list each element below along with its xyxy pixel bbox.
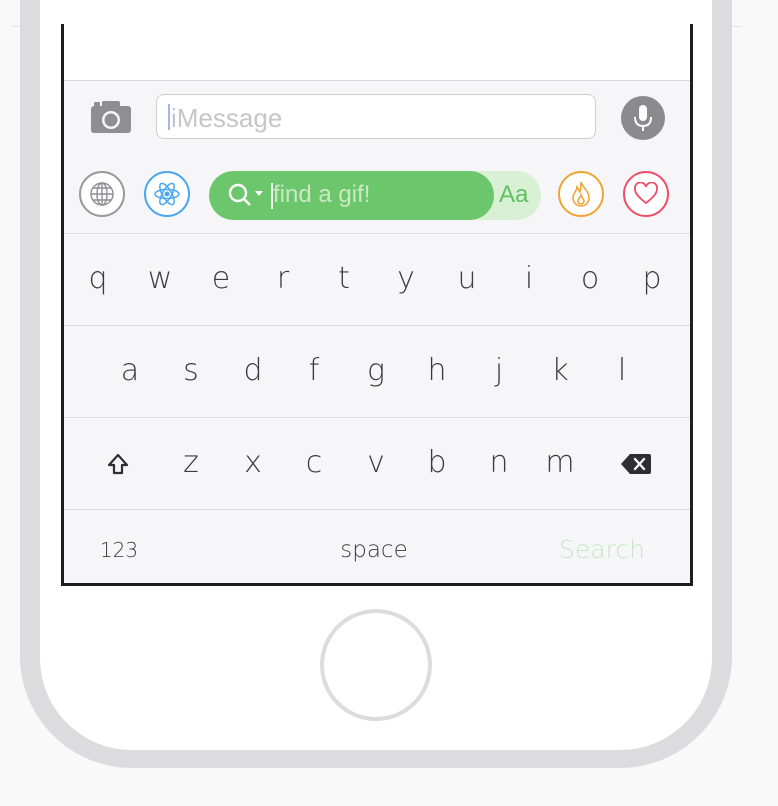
key-h[interactable]: h <box>412 326 462 416</box>
key-q[interactable]: q <box>73 234 123 324</box>
heart-icon[interactable] <box>623 171 669 217</box>
key-v[interactable]: v <box>351 418 401 508</box>
camera-icon[interactable] <box>90 99 132 135</box>
key-o[interactable]: o <box>565 234 615 324</box>
key-f[interactable]: f <box>289 326 339 416</box>
key-y[interactable]: y <box>381 234 431 324</box>
key-k[interactable]: k <box>535 326 585 416</box>
key-t[interactable]: t <box>319 234 369 324</box>
numbers-key[interactable]: 123 <box>79 510 159 583</box>
delete-icon[interactable] <box>611 418 661 508</box>
globe-icon[interactable] <box>79 171 125 217</box>
text-mode-toggle[interactable]: Aa <box>499 181 528 209</box>
key-r[interactable]: r <box>258 234 308 324</box>
key-s[interactable]: s <box>166 326 216 416</box>
imessage-placeholder: iMessage <box>171 103 283 133</box>
search-icon[interactable] <box>227 182 269 212</box>
keyboard-row-3: z x c v b n m <box>64 418 690 510</box>
key-i[interactable]: i <box>504 234 554 324</box>
key-c[interactable]: c <box>289 418 339 508</box>
atom-icon[interactable] <box>144 171 190 217</box>
key-d[interactable]: d <box>228 326 278 416</box>
key-g[interactable]: g <box>351 326 401 416</box>
key-x[interactable]: x <box>228 418 278 508</box>
key-e[interactable]: e <box>196 234 246 324</box>
gif-toolbar: find a gif! Aa <box>64 157 690 234</box>
keyboard-row-1: q w e r t y u i o p <box>64 234 690 326</box>
keyboard-row-2: a s d f g h j k l <box>64 326 690 418</box>
message-input-bar: iMessage <box>64 81 690 155</box>
key-z[interactable]: z <box>166 418 216 508</box>
shift-icon[interactable] <box>93 418 143 508</box>
imessage-input[interactable]: iMessage <box>156 94 596 139</box>
key-w[interactable]: w <box>135 234 185 324</box>
text-cursor <box>168 104 170 130</box>
key-n[interactable]: n <box>474 418 524 508</box>
space-key[interactable]: space <box>294 510 454 583</box>
key-l[interactable]: l <box>597 326 647 416</box>
fire-icon[interactable] <box>558 171 604 217</box>
key-p[interactable]: p <box>627 234 677 324</box>
key-b[interactable]: b <box>412 418 462 508</box>
key-m[interactable]: m <box>535 418 585 508</box>
key-j[interactable]: j <box>474 326 524 416</box>
gif-search-placeholder: find a gif! <box>273 181 371 208</box>
message-area <box>64 24 690 81</box>
home-button[interactable] <box>320 609 432 721</box>
search-key[interactable]: Search <box>542 510 662 583</box>
gif-search-field[interactable]: find a gif! Aa <box>209 171 541 220</box>
key-a[interactable]: a <box>105 326 155 416</box>
phone-screen: iMessage find a gif! Aa q w e r t y u i … <box>61 24 693 586</box>
microphone-icon[interactable] <box>621 96 665 140</box>
keyboard-row-4: 123 space Search <box>64 510 690 583</box>
key-u[interactable]: u <box>442 234 492 324</box>
